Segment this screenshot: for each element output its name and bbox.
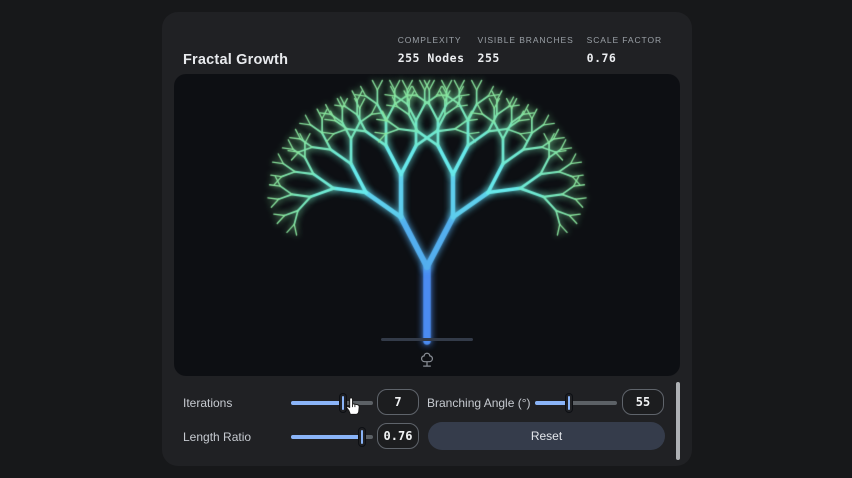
length-ratio-input[interactable] xyxy=(377,423,419,449)
branching-angle-slider[interactable] xyxy=(535,394,617,412)
branching-angle-label: Branching Angle (°) xyxy=(427,396,531,410)
vertical-scrollbar-thumb[interactable] xyxy=(676,382,680,460)
fractal-growth-window: Fractal Growth COMPLEXITY 255 Nodes VISI… xyxy=(162,12,692,466)
stat-visible-branches-value: 255 xyxy=(478,51,500,65)
length-ratio-slider-fill xyxy=(291,435,362,439)
stat-visible-branches-label: VISIBLE BRANCHES xyxy=(478,35,574,45)
stat-scale-factor-label: SCALE FACTOR xyxy=(587,35,662,45)
length-ratio-label: Length Ratio xyxy=(183,430,251,444)
stat-complexity-label: COMPLEXITY xyxy=(398,35,462,45)
fractal-canvas xyxy=(174,74,680,376)
iterations-slider-fill xyxy=(291,401,343,405)
iterations-slider-thumb[interactable] xyxy=(340,394,346,412)
page-title: Fractal Growth xyxy=(183,52,288,68)
stats-bar: COMPLEXITY 255 Nodes VISIBLE BRANCHES 25… xyxy=(398,35,662,65)
stat-scale-factor-value: 0.76 xyxy=(587,51,617,65)
fractal-viewport xyxy=(174,74,680,376)
stat-complexity: COMPLEXITY 255 Nodes xyxy=(398,35,465,65)
length-ratio-slider-thumb[interactable] xyxy=(359,428,365,446)
branching-angle-slider-thumb[interactable] xyxy=(566,394,572,412)
iterations-input[interactable] xyxy=(377,389,419,415)
tree-icon xyxy=(419,351,435,369)
stat-complexity-value: 255 Nodes xyxy=(398,51,465,65)
ground-line xyxy=(381,338,473,341)
branching-angle-input[interactable] xyxy=(622,389,664,415)
stat-scale-factor: SCALE FACTOR 0.76 xyxy=(587,35,662,65)
reset-button[interactable]: Reset xyxy=(428,422,665,450)
branching-angle-slider-fill xyxy=(535,401,569,405)
stat-visible-branches: VISIBLE BRANCHES 255 xyxy=(478,35,574,65)
length-ratio-slider[interactable] xyxy=(291,428,373,446)
iterations-label: Iterations xyxy=(183,396,232,410)
iterations-slider[interactable] xyxy=(291,394,373,412)
